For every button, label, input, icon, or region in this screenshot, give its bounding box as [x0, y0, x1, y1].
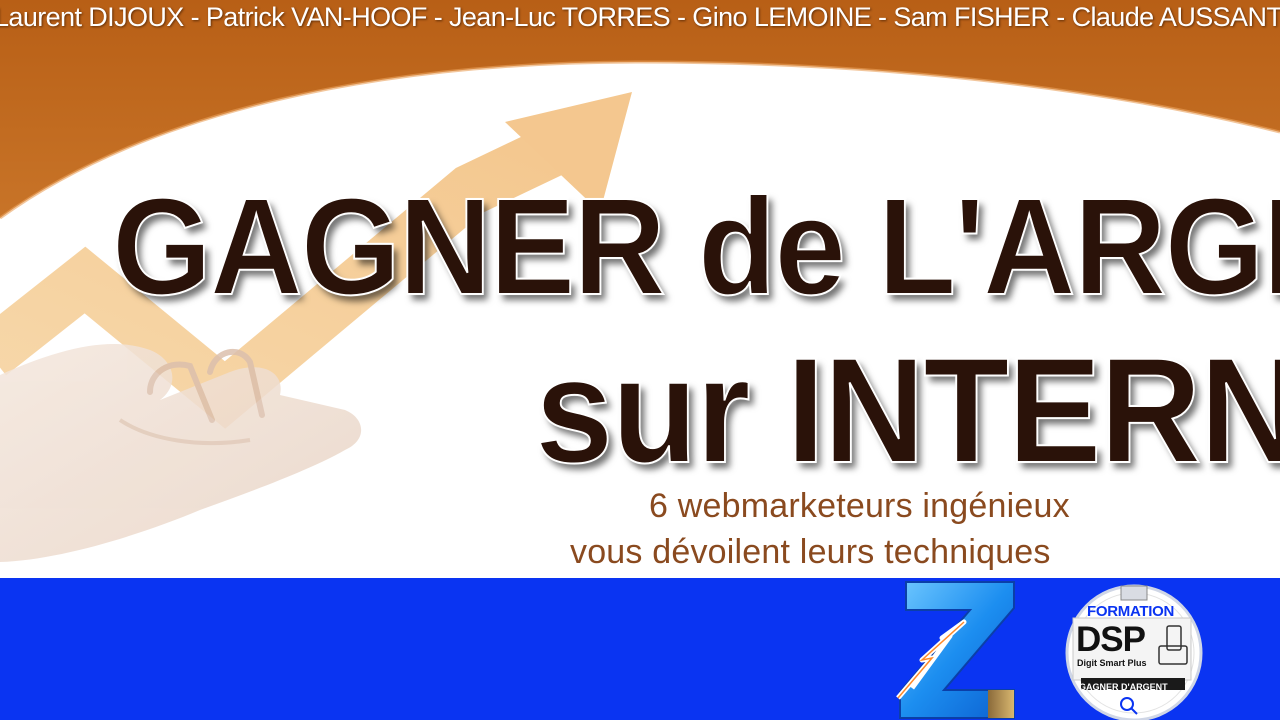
subtitle-line-1: 6 webmarketeurs ingénieux	[649, 487, 1070, 525]
dsp-formation-label: FORMATION	[1087, 603, 1175, 620]
dsp-main-label: DSP	[1076, 620, 1146, 659]
book-cover-banner: Laurent DIJOUX - Patrick VAN-HOOF - Jean…	[0, 0, 1280, 578]
dsp-bottom-label: GAGNER D'ARGENT	[1079, 682, 1168, 692]
main-title-line-1: GAGNER de L'ARGENT	[111, 170, 1280, 324]
author-list: Laurent DIJOUX - Patrick VAN-HOOF - Jean…	[0, 2, 1280, 32]
z-lightning-logo: Z	[896, 581, 1015, 719]
dsp-tagline: Digit Smart Plus	[1077, 658, 1147, 668]
dsp-formation-logo: FORMATION DSP Digit Smart Plus GAGNER D'…	[1063, 582, 1205, 720]
subtitle-line-2: vous dévoilent leurs techniques	[570, 533, 1051, 571]
main-title-line-2: sur INTERNET	[534, 326, 1280, 494]
